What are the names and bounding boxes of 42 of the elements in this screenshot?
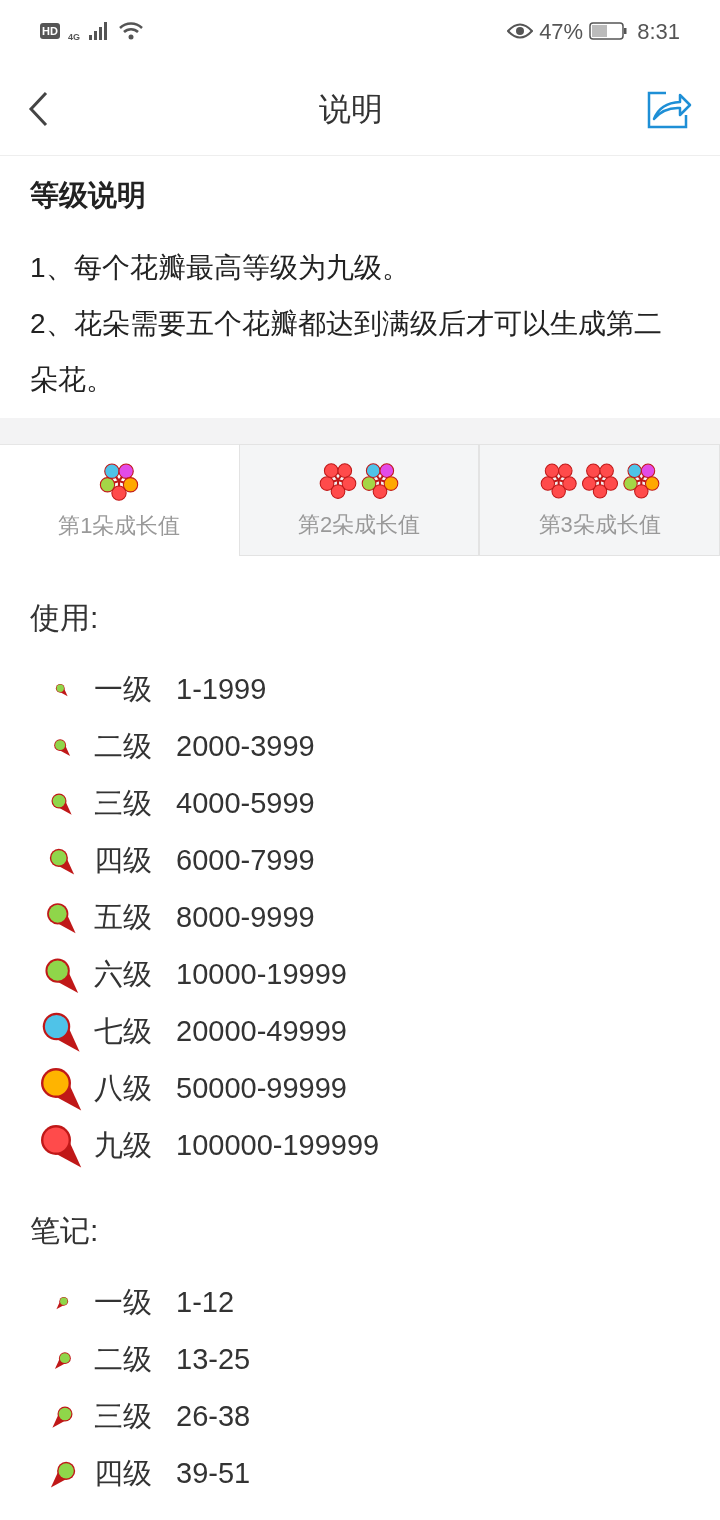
level-range: 39-51	[176, 1456, 251, 1492]
level-name: 一级	[94, 1285, 153, 1321]
clock-time: 8:31	[637, 17, 680, 46]
level-name: 九级	[94, 1128, 153, 1164]
page-title: 说明	[319, 89, 383, 129]
level-range: 1-12	[176, 1285, 235, 1321]
level-range: 50000-99999	[176, 1071, 347, 1107]
rule-text: 1、每个花瓣最高等级为九级。	[30, 250, 411, 285]
level-range: 100000-199999	[176, 1128, 380, 1164]
eye-icon	[507, 22, 534, 40]
level-name: 三级	[94, 1399, 153, 1435]
level-range: 13-25	[176, 1342, 251, 1378]
network-label: 4G	[67, 31, 80, 45]
section-heading: 使用:	[30, 601, 100, 634]
level-name: 六级	[94, 957, 153, 993]
level-range: 2000-3999	[176, 729, 315, 765]
level-name: 一级	[94, 672, 153, 708]
wifi-icon	[117, 21, 144, 41]
level-range: 4000-5999	[176, 786, 315, 822]
section-heading: 等级说明	[30, 178, 147, 213]
level-name: 三级	[94, 786, 153, 822]
level-name: 四级	[94, 843, 153, 879]
level-name: 四级	[94, 1456, 153, 1492]
level-range: 1-1999	[176, 672, 267, 708]
level-range: 10000-19999	[176, 957, 347, 993]
level-range: 8000-9999	[176, 900, 315, 936]
level-name: 七级	[94, 1014, 153, 1050]
level-range: 26-38	[176, 1399, 251, 1435]
rule-text: 2、花朵需要五个花瓣都达到满级后才可以生成第二朵花。	[30, 306, 663, 397]
level-name: 二级	[94, 729, 153, 765]
level-name: 五级	[94, 900, 153, 936]
flower-tab[interactable]: 第3朵成长值	[479, 443, 720, 556]
flower-tab[interactable]: 第2朵成长值	[238, 443, 480, 556]
level-range: 6000-7999	[176, 843, 315, 879]
battery-icon	[589, 22, 628, 40]
section-heading: 笔记:	[30, 1214, 100, 1247]
level-name: 二级	[94, 1342, 153, 1378]
battery-percent: 47%	[539, 17, 584, 46]
level-range: 20000-49999	[176, 1014, 347, 1050]
hd-icon: HD	[40, 23, 60, 39]
level-name: 八级	[94, 1071, 153, 1107]
signal-icon	[87, 21, 110, 41]
